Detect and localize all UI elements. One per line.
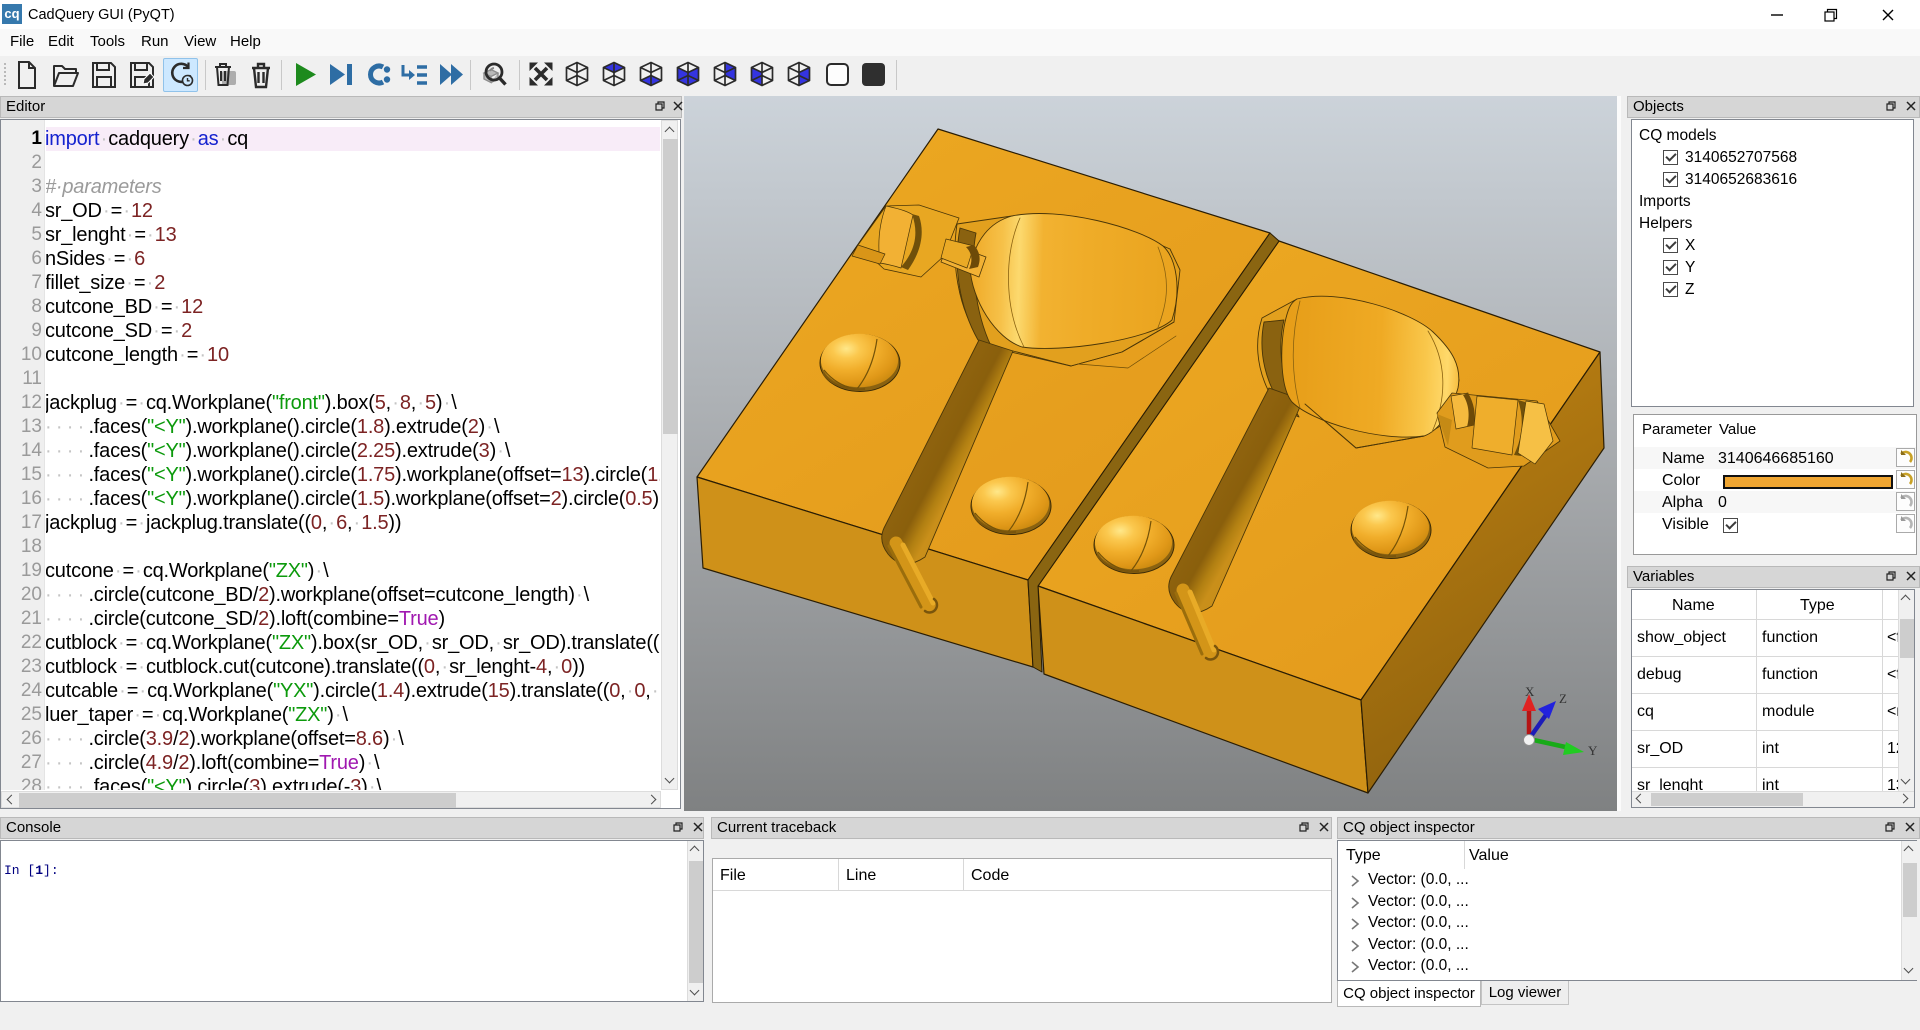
svg-text:Z: Z <box>1559 691 1567 706</box>
svg-text:X: X <box>1525 684 1535 699</box>
svg-text:Y: Y <box>1588 743 1598 758</box>
